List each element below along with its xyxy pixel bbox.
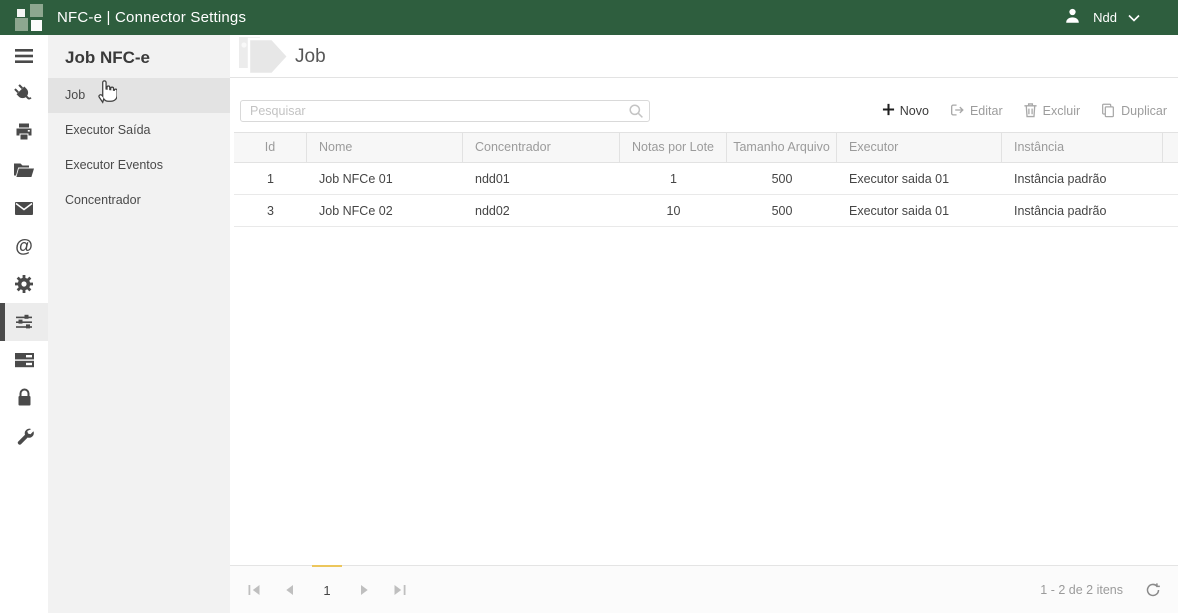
chevron-down-icon bbox=[1128, 9, 1140, 27]
icon-rail: @ bbox=[0, 35, 48, 613]
plus-icon bbox=[882, 103, 895, 119]
printer-icon[interactable] bbox=[0, 113, 48, 151]
hamburger-menu-icon[interactable] bbox=[0, 37, 48, 75]
cell-notas-por-lote[interactable]: 1 bbox=[620, 172, 727, 186]
pager-next-button[interactable] bbox=[353, 566, 377, 613]
cell-concentrador[interactable]: ndd02 bbox=[463, 204, 620, 218]
table-header-row: Id Nome Concentrador Notas por Lote Tama… bbox=[234, 132, 1178, 163]
at-sign-icon[interactable]: @ bbox=[0, 227, 48, 265]
data-grid: Id Nome Concentrador Notas por Lote Tama… bbox=[234, 132, 1178, 227]
col-header-instancia[interactable]: Instância bbox=[1002, 133, 1163, 162]
sidebar-item-job[interactable]: Job bbox=[48, 78, 230, 113]
search-icon bbox=[628, 103, 644, 124]
copy-icon bbox=[1100, 102, 1116, 121]
cell-id[interactable]: 3 bbox=[234, 204, 307, 218]
plug-icon[interactable] bbox=[0, 75, 48, 113]
gear-icon[interactable] bbox=[0, 265, 48, 303]
novo-button[interactable]: Novo bbox=[882, 103, 929, 119]
cell-instancia[interactable]: Instância padrão bbox=[1002, 172, 1163, 186]
col-header-id[interactable]: Id bbox=[234, 133, 307, 162]
sidebar-title: Job NFC-e bbox=[48, 35, 230, 78]
lock-icon[interactable] bbox=[0, 379, 48, 417]
sidebar-item-executor-eventos[interactable]: Executor Eventos bbox=[48, 148, 230, 183]
cell-tamanho-arquivo[interactable]: 500 bbox=[727, 172, 837, 186]
user-name: Ndd bbox=[1093, 10, 1117, 25]
col-header-tamanho-arquivo[interactable]: Tamanho Arquivo bbox=[727, 133, 837, 162]
col-header-nome[interactable]: Nome bbox=[307, 133, 463, 162]
pager-page-1[interactable]: 1 bbox=[312, 565, 342, 613]
cell-tamanho-arquivo[interactable]: 500 bbox=[727, 204, 837, 218]
editar-button[interactable]: Editar bbox=[949, 102, 1003, 121]
search-box bbox=[240, 100, 650, 122]
user-menu[interactable]: Ndd bbox=[1063, 6, 1178, 30]
trash-icon bbox=[1023, 102, 1038, 121]
grid-area: Novo Editar Excluir bbox=[230, 79, 1178, 565]
excluir-button[interactable]: Excluir bbox=[1023, 102, 1081, 121]
cell-nome[interactable]: Job NFCe 01 bbox=[307, 172, 463, 186]
col-header-executor[interactable]: Executor bbox=[837, 133, 1002, 162]
cell-executor[interactable]: Executor saida 01 bbox=[837, 204, 1002, 218]
cell-notas-por-lote[interactable]: 10 bbox=[620, 204, 727, 218]
module-sidebar: Job NFC-e Job Executor Saída Executor Ev… bbox=[48, 35, 230, 613]
mail-icon[interactable] bbox=[0, 189, 48, 227]
cell-nome[interactable]: Job NFCe 02 bbox=[307, 204, 463, 218]
person-icon bbox=[1063, 6, 1082, 30]
col-header-notas-por-lote[interactable]: Notas por Lote bbox=[620, 133, 727, 162]
pager-last-button[interactable] bbox=[388, 566, 412, 613]
grid-toolbar: Novo Editar Excluir bbox=[882, 102, 1167, 121]
app-title: NFC-e | Connector Settings bbox=[57, 9, 246, 26]
servers-icon[interactable] bbox=[0, 341, 48, 379]
pager-first-button[interactable] bbox=[242, 566, 266, 613]
cell-instancia[interactable]: Instância padrão bbox=[1002, 204, 1163, 218]
cell-concentrador[interactable]: ndd01 bbox=[463, 172, 620, 186]
tags-icon bbox=[234, 35, 292, 78]
main-content: Job Novo E bbox=[230, 35, 1178, 613]
page-header: Job bbox=[230, 35, 1178, 78]
sliders-icon[interactable] bbox=[0, 303, 48, 341]
pager-prev-button[interactable] bbox=[277, 566, 301, 613]
edit-icon bbox=[949, 102, 965, 121]
folder-icon[interactable] bbox=[0, 151, 48, 189]
sidebar-item-concentrador[interactable]: Concentrador bbox=[48, 183, 230, 218]
page-title: Job bbox=[295, 35, 326, 78]
refresh-button[interactable] bbox=[1145, 582, 1161, 598]
active-rail-indicator bbox=[0, 303, 5, 341]
col-header-concentrador[interactable]: Concentrador bbox=[463, 133, 620, 162]
ndd-logo-squares-icon bbox=[5, 0, 45, 35]
cell-id[interactable]: 1 bbox=[234, 172, 307, 186]
sidebar-item-executor-saida[interactable]: Executor Saída bbox=[48, 113, 230, 148]
table-row[interactable]: 1 Job NFCe 01 ndd01 1 500 Executor saida… bbox=[234, 163, 1178, 195]
table-row[interactable]: 3 Job NFCe 02 ndd02 10 500 Executor said… bbox=[234, 195, 1178, 227]
duplicar-button[interactable]: Duplicar bbox=[1100, 102, 1167, 121]
topbar: NFC-e | Connector Settings Ndd bbox=[0, 0, 1178, 35]
wrench-icon[interactable] bbox=[0, 417, 48, 455]
pager-info: 1 - 2 de 2 itens bbox=[1040, 583, 1123, 597]
search-input[interactable] bbox=[240, 100, 650, 122]
pager: 1 1 - 2 de 2 itens bbox=[230, 565, 1178, 613]
cell-executor[interactable]: Executor saida 01 bbox=[837, 172, 1002, 186]
col-header-filler bbox=[1163, 133, 1178, 162]
